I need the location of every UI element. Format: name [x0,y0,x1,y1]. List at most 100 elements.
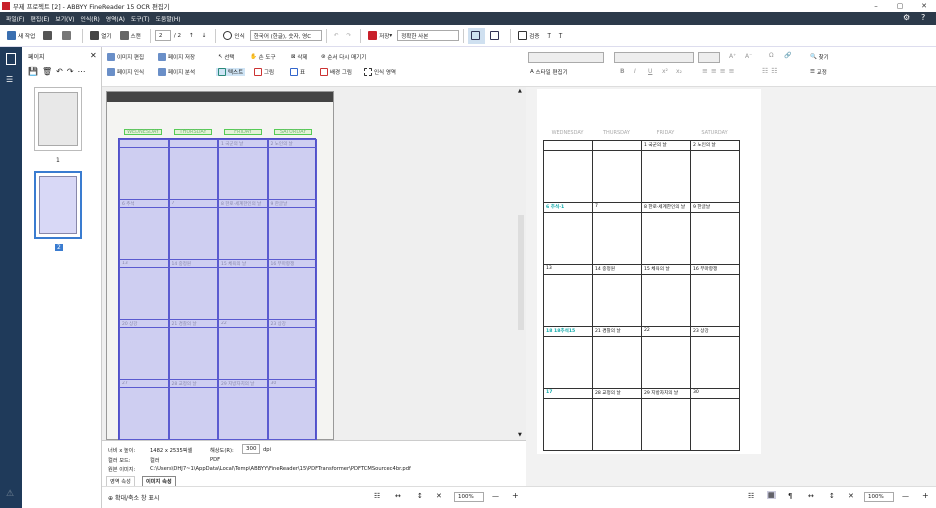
text-calendar-cell[interactable]: 1 국군의 날 [641,140,691,203]
scan-calendar-cell[interactable] [168,139,218,200]
correct-button[interactable]: ☰ 교정 [810,68,827,76]
menu-tools[interactable]: 도구(T) [131,14,150,23]
style-select[interactable] [528,52,604,63]
recognize-button[interactable]: 인식 [220,28,247,44]
scan-calendar-cell[interactable]: 9 한글날 [267,199,317,260]
link-icon[interactable]: 🔗 [784,52,791,59]
text-calendar-cell[interactable] [543,140,593,203]
text-calendar-cell[interactable]: 14 중정원 [592,264,642,327]
text-view-toggle[interactable] [487,28,504,44]
page-actions[interactable]: 💾🗑↶↷⋯ [28,67,90,76]
scan-button[interactable]: 스캔 [117,28,144,44]
edit-image-button[interactable]: 이미지 편집 [107,53,144,61]
layout-icon[interactable]: ☷ [748,492,754,500]
pages-icon[interactable] [6,53,16,65]
page-number-input[interactable]: 2 [154,30,171,41]
scan-calendar-cell[interactable]: 28 교정의 날 [168,379,218,440]
zoom-out-button[interactable]: — [492,492,499,500]
subscript-button[interactable]: x₂ [676,68,682,75]
resolution-input[interactable]: 300 [242,444,260,454]
fit-page-icon[interactable]: ✕ [436,492,442,500]
grow-font-icon[interactable]: A⁺ [729,53,736,60]
zoom-window-toggle[interactable]: ⊕ 확대/축소 창 표시 [108,493,159,502]
undo-icon[interactable]: ↶ [331,28,342,44]
list-buttons[interactable]: ☷☷ [762,67,781,75]
layout-icon[interactable]: ☷ [374,492,380,500]
list-icon[interactable]: ☰ [6,75,13,84]
text-calendar-cell[interactable]: 8 한로·세계한인의 날 [641,202,691,265]
scan-calendar-cell[interactable] [119,139,169,200]
menu-edit[interactable]: 편집(E) [31,14,50,23]
scan-calendar-cell[interactable]: 16 부마항쟁 [267,259,317,320]
fit-page-icon[interactable]: ✕ [848,492,854,500]
scan-calendar-cell[interactable]: 27 [119,379,169,440]
special-char-icon[interactable]: Ω [769,52,774,59]
new-task-button[interactable]: 새 작업 [4,28,38,44]
save-mode-select[interactable]: 정확한 사본 [397,30,460,41]
fit-height-icon[interactable]: ↕ [829,492,835,500]
select-tool[interactable]: ↖ 선택 [218,53,234,61]
text-calendar-cell[interactable]: 23 상강 [690,326,740,389]
open-button[interactable]: 열기 [87,28,114,44]
scan-calendar-cell[interactable]: 1 국군의 날 [218,139,268,200]
bg-picture-tool[interactable]: 배경 그림 [320,68,352,76]
recognition-area-tool[interactable]: 인식 영역 [364,68,396,76]
text-calendar-cell[interactable]: 9 한글날 [690,202,740,265]
close-icon[interactable]: ✕ [90,51,97,60]
picture-area-tool[interactable]: 그림 [254,68,274,76]
text-calendar-cell[interactable]: 6 추석·1 [543,202,593,265]
text-calendar-cell[interactable]: 17 [543,388,593,451]
text-calendar-cell[interactable]: 2 노인의 날 [690,140,740,203]
language-select[interactable]: 한국어 (한글), 숫자, 영C [249,30,322,41]
scroll-down-icon[interactable]: ▼ [518,432,522,438]
minimize-button[interactable]: – [864,0,888,12]
shrink-font-icon[interactable]: A⁻ [745,53,752,60]
redo-icon[interactable]: ↷ [343,28,354,44]
save-page-button[interactable]: 페이지 저장 [158,53,195,61]
superscript-button[interactable]: x² [662,68,668,75]
text-calendar-cell[interactable] [592,140,642,203]
help-icon[interactable]: ? [921,13,925,22]
zoom-in-button[interactable]: + [922,491,929,500]
warning-icon[interactable]: ⚠ [6,489,14,499]
verify-button[interactable]: 검증 [515,28,542,44]
text-calendar-cell[interactable]: 30 [690,388,740,451]
reorder-button[interactable]: ⊛ 순서 다시 매기기 [321,53,366,61]
text-calendar-cell[interactable]: 29 지방자치의 날 [641,388,691,451]
scan-calendar-cell[interactable]: 7 [168,199,218,260]
align-buttons[interactable]: ≡≡≡≡ [702,67,737,75]
pilcrow-icon[interactable]: ¶ [788,492,792,500]
scan-calendar-cell[interactable]: 20 상강 [119,319,169,380]
scan-calendar-cell[interactable]: 2 노인의 날 [267,139,317,200]
font-size-select[interactable] [698,52,720,63]
text-calendar-cell[interactable]: 21 경찰의 날 [592,326,642,389]
fit-width-icon[interactable]: ↔ [808,492,814,500]
text-mode-icon[interactable]: ▦ [767,491,776,499]
arrow-up-icon[interactable]: ↑ [186,28,197,44]
layers-button[interactable] [40,28,57,44]
zoom-select[interactable]: 100% [454,492,484,502]
font-select[interactable] [614,52,694,63]
underline-button[interactable]: U [648,68,652,75]
zoom-out-button[interactable]: — [902,492,909,500]
menu-recognize[interactable]: 인식(R) [81,14,100,23]
text-calendar-cell[interactable]: 18 18추석15 [543,326,593,389]
text-calendar-cell[interactable]: 7 [592,202,642,265]
scan-calendar-cell[interactable]: 6 추석 [119,199,169,260]
bold-button[interactable]: B [620,68,625,75]
recognize-page-button[interactable]: 페이지 인식 [107,68,144,76]
menu-view[interactable]: 보기(V) [55,14,74,23]
menu-help[interactable]: 도움말(H) [156,14,181,23]
text-calendar-cell[interactable]: 22 [641,326,691,389]
italic-button[interactable]: I [634,68,636,75]
image-scrollbar[interactable] [518,215,524,330]
menu-area[interactable]: 영역(A) [106,14,125,23]
scan-calendar-cell[interactable]: 8 한로·세계한인의 날 [218,199,268,260]
scan-calendar-cell[interactable]: 13 [119,259,169,320]
scan-calendar-cell[interactable]: 22 [218,319,268,380]
scan-calendar-cell[interactable]: 21 경찰의 날 [168,319,218,380]
fit-width-icon[interactable]: ↔ [395,492,401,500]
scan-calendar-cell[interactable]: 14 중정원 [168,259,218,320]
scan-calendar-cell[interactable]: 15 체육의 날 [218,259,268,320]
table-area-tool[interactable]: 표 [290,68,305,76]
